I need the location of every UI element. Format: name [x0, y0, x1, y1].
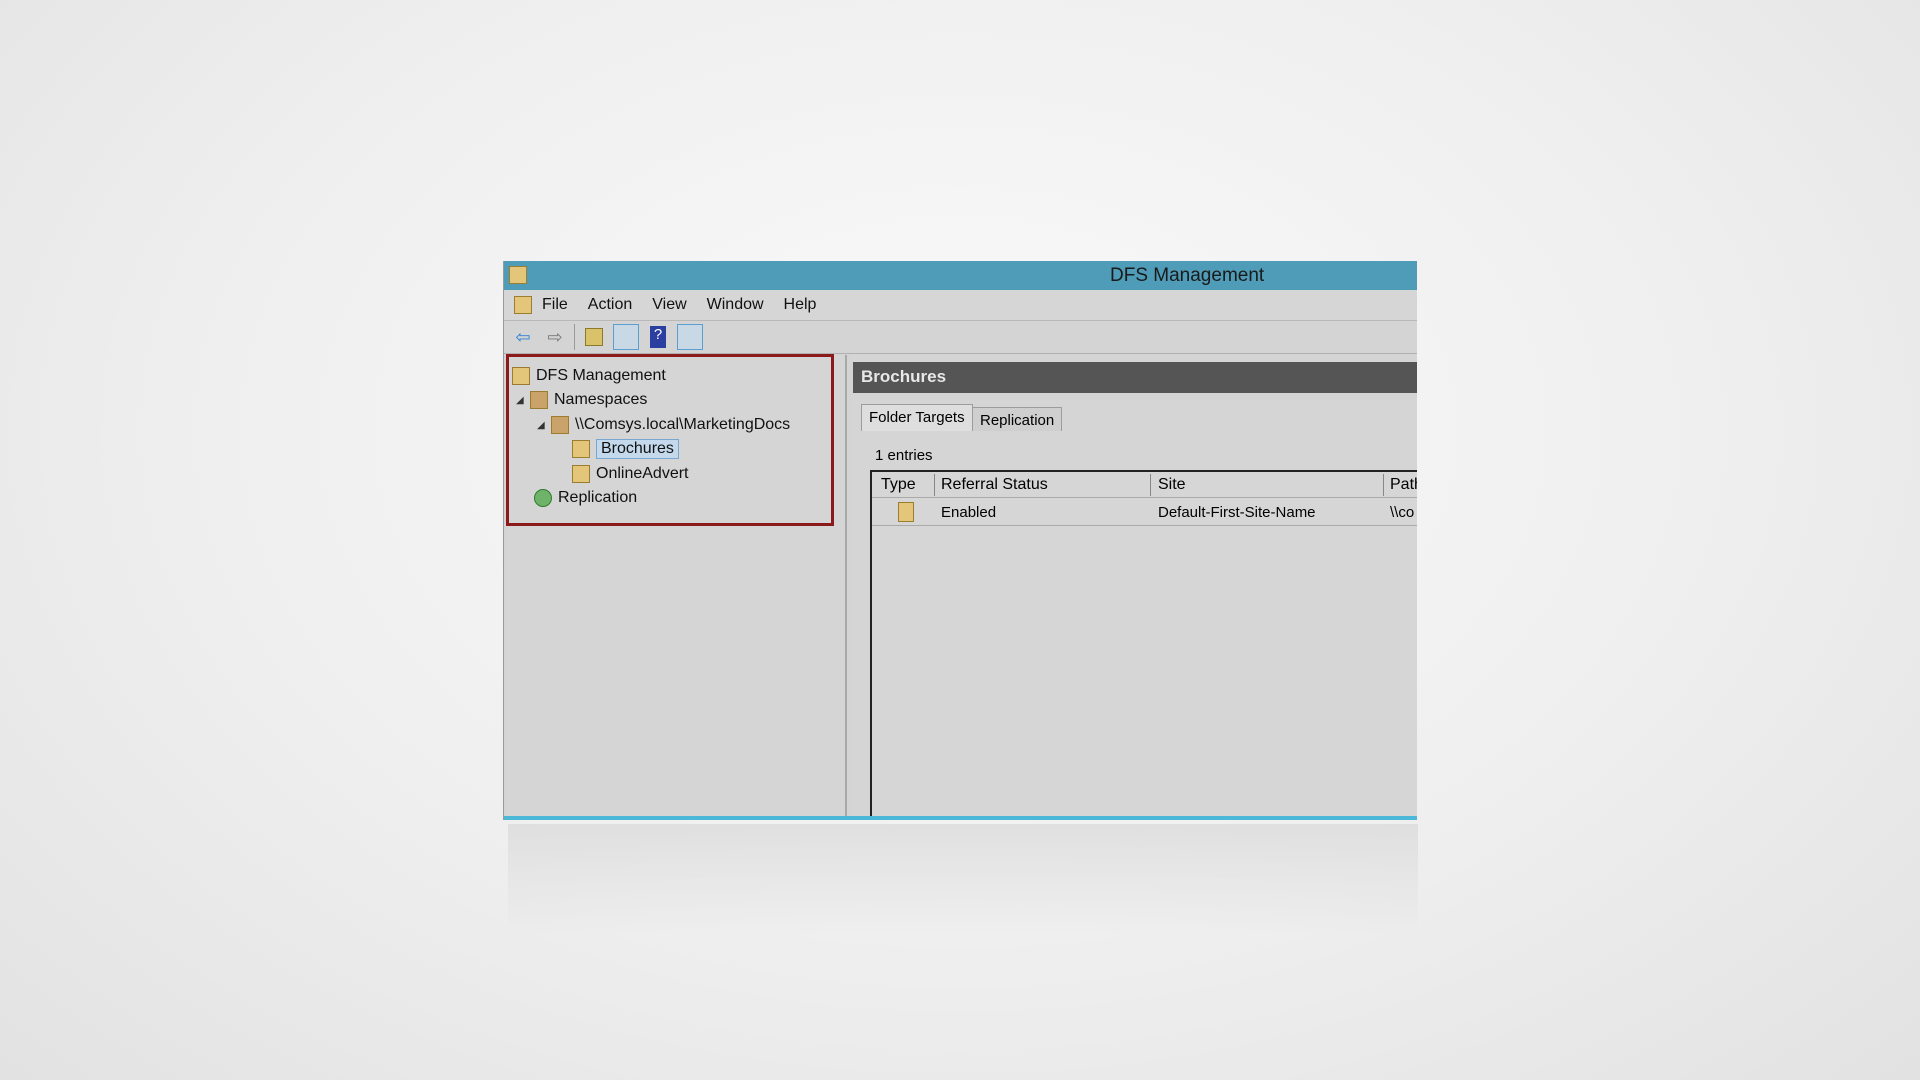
menu-view[interactable]: View	[652, 296, 686, 314]
window-bottom-edge	[504, 816, 1417, 820]
replication-icon	[534, 489, 552, 507]
tab-folder-targets[interactable]: Folder Targets	[861, 404, 973, 431]
window-title: DFS Management	[1110, 265, 1265, 286]
tree-node-dfs-management[interactable]: DFS Management	[512, 365, 666, 387]
title-bar: DFS Management	[504, 261, 1417, 290]
tree-node-replication[interactable]: Replication	[534, 487, 637, 509]
expand-arrow-icon[interactable]: ◢	[537, 420, 551, 431]
column-divider[interactable]	[1150, 474, 1151, 496]
window-reflection	[508, 824, 1418, 934]
show-hide-action-pane-icon[interactable]	[677, 324, 703, 350]
tree-pane: DFS Management ◢ Namespaces ◢ \\Comsys.loc…	[506, 355, 847, 820]
column-site[interactable]: Site	[1158, 476, 1186, 494]
dfs-icon	[512, 367, 530, 385]
namespaces-icon	[530, 391, 548, 409]
menu-action[interactable]: Action	[588, 296, 632, 314]
column-divider[interactable]	[1383, 474, 1384, 496]
column-path[interactable]: Path	[1390, 476, 1417, 494]
folder-link-icon	[572, 440, 590, 458]
namespace-icon	[551, 416, 569, 434]
toolbar-separator	[574, 324, 575, 350]
folder-targets-table: Type Referral Status Site Path Enabled D…	[870, 470, 1417, 820]
folder-link-icon	[572, 465, 590, 483]
cell-path: \\co	[1390, 504, 1415, 521]
dfs-app-icon	[509, 266, 527, 284]
tab-replication[interactable]: Replication	[972, 407, 1063, 431]
entries-count: 1 entries	[875, 447, 933, 464]
menu-help[interactable]: Help	[784, 296, 817, 314]
column-referral-status[interactable]: Referral Status	[941, 476, 1048, 494]
help-icon[interactable]: ?	[645, 324, 671, 350]
tree-node-namespace-root[interactable]: ◢ \\Comsys.local\MarketingDocs	[537, 414, 790, 436]
table-row[interactable]: Enabled Default-First-Site-Name \\co	[872, 499, 1417, 526]
table-header: Type Referral Status Site Path	[872, 472, 1417, 498]
column-divider[interactable]	[934, 474, 935, 496]
menu-window[interactable]: Window	[707, 296, 764, 314]
cell-site: Default-First-Site-Name	[1158, 504, 1316, 521]
system-menu-icon[interactable]	[514, 296, 532, 314]
show-hide-tree-icon[interactable]	[613, 324, 639, 350]
folder-target-icon	[898, 502, 914, 522]
tree-node-namespaces[interactable]: ◢ Namespaces	[516, 389, 647, 411]
up-folder-icon[interactable]	[581, 324, 607, 350]
details-pane: Brochures Folder Targets Replication 1 e…	[853, 355, 1417, 820]
cell-referral-status: Enabled	[941, 504, 997, 521]
column-type[interactable]: Type	[881, 476, 916, 494]
dfs-management-window: DFS Management File Action View Window H…	[503, 261, 1417, 820]
tree-node-brochures[interactable]: Brochures	[572, 438, 679, 460]
menu-file[interactable]: File	[542, 296, 568, 314]
toolbar: ⇦ ⇨ ?	[504, 321, 1417, 354]
back-arrow-icon[interactable]: ⇦	[510, 324, 536, 350]
expand-arrow-icon[interactable]: ◢	[516, 395, 530, 406]
details-header: Brochures	[853, 362, 1417, 393]
forward-arrow-icon[interactable]: ⇨	[542, 324, 568, 350]
menu-bar: File Action View Window Help	[504, 290, 1417, 321]
tree-node-onlineadvert[interactable]: OnlineAdvert	[572, 463, 689, 485]
help-glyph: ?	[650, 326, 666, 348]
